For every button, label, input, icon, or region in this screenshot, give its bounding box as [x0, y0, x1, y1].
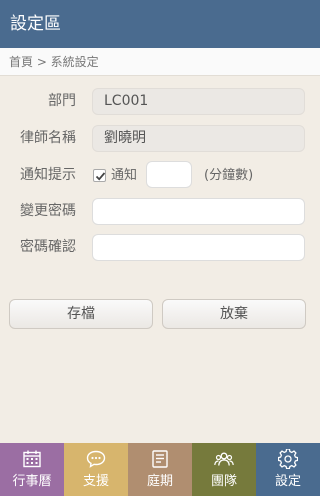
- lawyer-name-row: 律師名稱 劉曉明: [0, 125, 320, 152]
- calendar-icon: [23, 450, 41, 468]
- notify-checkbox[interactable]: [93, 169, 106, 182]
- tab-court-dates-label: 庭期: [146, 474, 173, 489]
- tab-team[interactable]: 團隊: [192, 443, 256, 496]
- breadcrumb[interactable]: 首頁 > 系統設定: [0, 48, 320, 76]
- notify-minutes-unit: (分鐘數): [204, 168, 254, 183]
- department-row: 部門 LC001: [0, 88, 320, 115]
- change-password-row: 變更密碼: [0, 198, 320, 225]
- notify-checkbox-label[interactable]: 通知: [111, 162, 137, 189]
- save-button[interactable]: 存檔: [9, 299, 153, 329]
- notify-minutes-input[interactable]: [146, 161, 192, 188]
- chat-bubble-icon: [86, 450, 106, 468]
- cancel-button[interactable]: 放棄: [162, 299, 306, 329]
- change-password-input[interactable]: [92, 198, 305, 225]
- lawyer-name-label: 律師名稱: [20, 130, 76, 146]
- tab-support-label: 支援: [82, 474, 109, 489]
- tab-settings-label: 設定: [274, 474, 301, 489]
- notify-row: 通知提示 通知 (分鐘數): [0, 161, 320, 189]
- document-icon: [152, 450, 168, 468]
- tab-calendar[interactable]: 行事曆: [0, 443, 64, 496]
- tab-support[interactable]: 支援: [64, 443, 128, 496]
- notify-label: 通知提示: [20, 167, 76, 183]
- tab-calendar-label: 行事曆: [12, 474, 52, 489]
- team-icon: [214, 452, 234, 466]
- department-field: LC001: [92, 88, 305, 115]
- page-header: 設定區: [0, 0, 320, 48]
- lawyer-name-field: 劉曉明: [92, 125, 305, 152]
- tab-team-label: 團隊: [210, 474, 237, 489]
- gear-icon: [278, 449, 298, 469]
- checkmark-icon: [95, 172, 106, 181]
- department-label: 部門: [48, 93, 76, 109]
- change-password-label: 變更密碼: [20, 203, 76, 219]
- page-title: 設定區: [10, 14, 61, 34]
- bottom-tab-bar: 行事曆 支援 庭期 團隊 設定: [0, 443, 320, 496]
- confirm-password-label: 密碼確認: [20, 239, 76, 255]
- confirm-password-row: 密碼確認: [0, 234, 320, 261]
- tab-settings[interactable]: 設定: [256, 443, 320, 496]
- tab-court-dates[interactable]: 庭期: [128, 443, 192, 496]
- confirm-password-input[interactable]: [92, 234, 305, 261]
